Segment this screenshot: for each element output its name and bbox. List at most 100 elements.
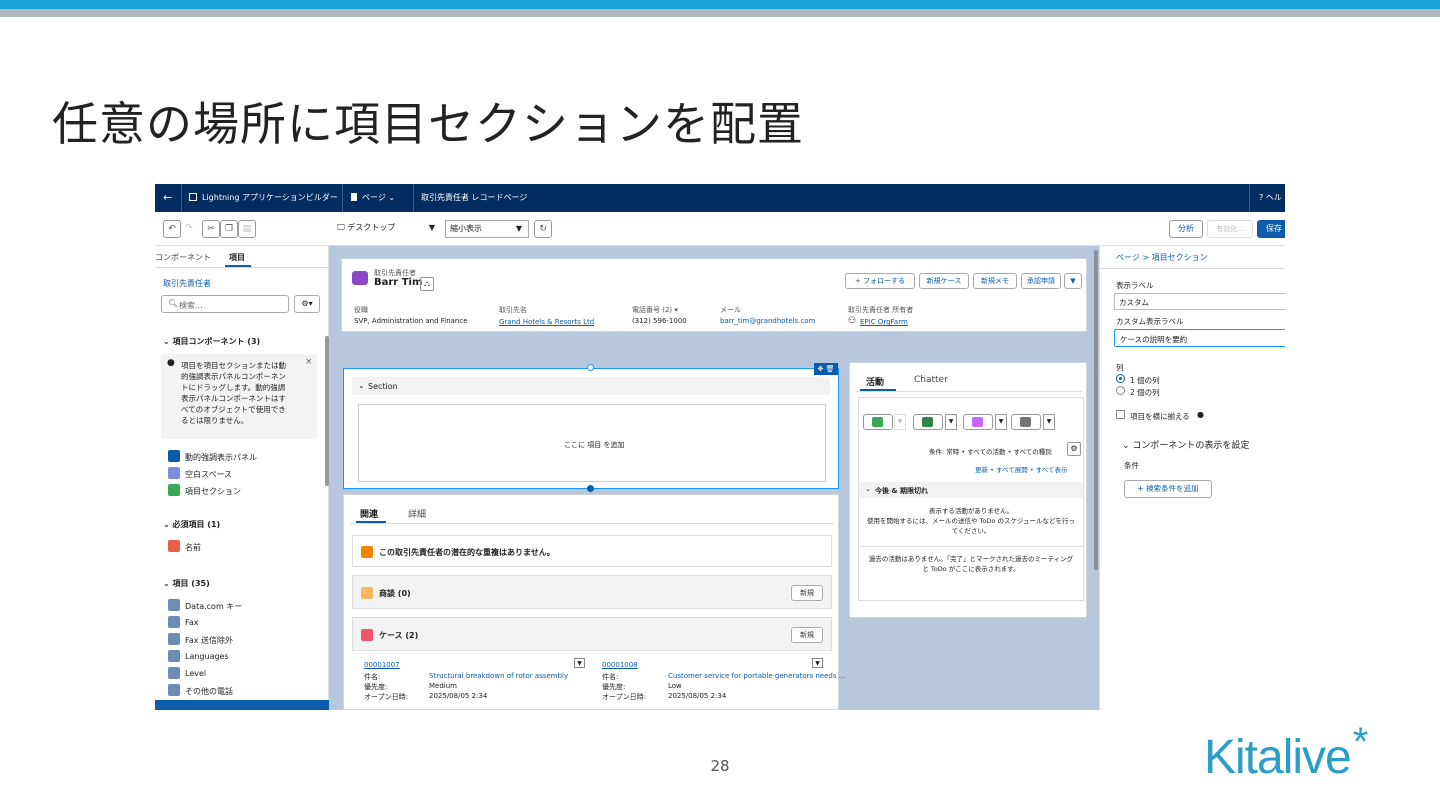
chevron-down-icon[interactable]: ▼ (945, 414, 957, 430)
field-item[interactable]: Data.com キー (185, 601, 242, 612)
custom-label-input[interactable]: ケースの説明を要約 (1114, 329, 1285, 347)
tab-components[interactable]: コンポーネント (155, 252, 211, 263)
close-icon[interactable]: × (305, 357, 313, 367)
drop-handle-top[interactable] (587, 364, 594, 371)
breadcrumb[interactable]: ページ > 項目セクション (1116, 252, 1208, 263)
field-item[interactable]: Level (185, 669, 206, 678)
tab-activity[interactable]: 活動 (866, 375, 884, 388)
help-link[interactable]: ? ヘル (1259, 184, 1282, 212)
blank-space-icon (168, 467, 180, 479)
event-icon (972, 417, 983, 427)
record-highlights-panel[interactable]: 取引先責任者 Barr Tim ⛬ + フォローする 新規ケース 新規メモ 承認… (341, 258, 1087, 332)
new-case-related-button[interactable]: 新規 (791, 627, 823, 643)
info-icon: ● (1197, 410, 1204, 419)
view-select[interactable]: 縮小表示 ▼ (445, 220, 529, 238)
back-arrow-icon[interactable]: ← (163, 184, 172, 212)
section-field-components[interactable]: ⌄ 項目コンポーネント (3) (163, 336, 260, 347)
component-field-section[interactable]: 項目セクション (185, 486, 241, 497)
undo-icon[interactable]: ↶ (163, 220, 181, 238)
radio-two-columns[interactable] (1116, 386, 1125, 395)
filter-gear-icon[interactable]: ⚙ (1067, 442, 1081, 456)
new-note-button[interactable]: 新規メモ (973, 273, 1017, 289)
field-section-component[interactable]: ✥ 🗑︎ ⌄ Section ここに 項目 を追加 (343, 363, 839, 489)
fax-field-icon (168, 616, 180, 628)
field-item[interactable]: Fax 送信除外 (185, 635, 233, 646)
device-select[interactable]: 🖵 デスクトップ ▼ (333, 220, 441, 238)
slide-title: 任意の場所に項目セクションを配置 (52, 97, 804, 151)
case-link[interactable]: 00001007 (364, 661, 400, 669)
component-blank-space[interactable]: 空白スペース (185, 469, 232, 480)
tab-chatter[interactable]: Chatter (914, 375, 948, 385)
new-task-button[interactable] (913, 414, 943, 430)
new-case-button[interactable]: 新規ケース (919, 273, 969, 289)
search-icon: 🔍︎ (168, 299, 179, 308)
field-name[interactable]: 名前 (185, 542, 201, 553)
follow-button[interactable]: + フォローする (845, 273, 915, 289)
app-builder-screenshot: ← Lightning アプリケーションビルダー ページ ⌄ 取引先責任者 レコ… (155, 184, 1285, 710)
hierarchy-icon[interactable]: ⛬ (420, 277, 434, 291)
field-title-value: SVP, Administration and Finance (354, 317, 468, 325)
page-icon (351, 193, 357, 201)
checkbox-field-icon (168, 633, 180, 645)
canvas-scrollbar[interactable] (1094, 250, 1098, 570)
slide: 任意の場所に項目セクションを配置 ← Lightning アプリケーションビルダ… (0, 0, 1440, 810)
duplicate-card: この取引先責任者の潜在的な重複はありません。 (352, 535, 832, 567)
page-number: 28 (710, 757, 730, 775)
copy-icon[interactable]: ❐ (220, 220, 238, 238)
chevron-down-icon[interactable]: ▼ (1043, 414, 1055, 430)
chevron-down-icon[interactable]: ▼ (995, 414, 1007, 430)
log-call-button[interactable] (863, 414, 893, 430)
add-filter-button[interactable]: + 検索条件を追加 (1124, 480, 1212, 498)
move-delete-icon[interactable]: ✥ 🗑︎ (814, 363, 838, 375)
chevron-down-icon: ⌄ (358, 381, 365, 390)
section-drop-zone[interactable]: ここに 項目 を追加 (358, 404, 826, 482)
send-email-button[interactable] (1011, 414, 1041, 430)
save-button[interactable]: 保存 (1257, 220, 1285, 238)
gear-icon[interactable]: ⚙▾ (294, 295, 320, 313)
redo-icon[interactable]: ↷ (181, 220, 197, 238)
upcoming-header[interactable]: ⌄ 今後 & 期限切れ (859, 482, 1083, 498)
radio-one-column[interactable] (1116, 374, 1125, 383)
section-title: Section (368, 382, 398, 391)
field-item[interactable]: Languages (185, 652, 229, 661)
tab-fields[interactable]: 項目 (229, 252, 245, 263)
email-icon (1020, 417, 1031, 427)
contact-icon (352, 271, 368, 285)
row-action-icon[interactable]: ▼ (574, 658, 585, 668)
page-menu[interactable]: ページ ⌄ (351, 184, 395, 212)
left-bottom-bar (155, 700, 329, 710)
email-link[interactable]: barr_tim@grandhotels.com (720, 317, 815, 325)
field-item[interactable]: Fax (185, 618, 199, 627)
analyze-button[interactable]: 分析 (1169, 220, 1203, 238)
section-fields[interactable]: ⌄ 項目 (35) (163, 578, 210, 589)
paste-icon[interactable]: ▤ (238, 220, 256, 238)
builder-app-icon (189, 193, 197, 201)
submit-approval-button[interactable]: 承認申請 (1021, 273, 1061, 289)
row-action-icon[interactable]: ▼ (812, 658, 823, 668)
builder-header: ← Lightning アプリケーションビルダー ページ ⌄ 取引先責任者 レコ… (155, 184, 1285, 212)
case-link[interactable]: 00001008 (602, 661, 638, 669)
search-input[interactable]: 🔍︎ 検索... (161, 295, 289, 313)
tab-related[interactable]: 関連 (360, 507, 378, 520)
cut-icon[interactable]: ✂ (202, 220, 220, 238)
field-item[interactable]: その他の電話 (185, 686, 233, 697)
refresh-icon[interactable]: ↻ (534, 220, 552, 238)
visibility-section[interactable]: ⌄ コンポーネントの表示を設定 (1122, 438, 1249, 451)
page-canvas: 取引先責任者 Barr Tim ⛬ + フォローする 新規ケース 新規メモ 承認… (329, 246, 1099, 710)
kitalive-logo: Kitalive* (1204, 720, 1368, 784)
new-opportunity-button[interactable]: 新規 (791, 585, 823, 601)
new-event-button[interactable] (963, 414, 993, 430)
align-fields-checkbox[interactable] (1116, 410, 1125, 419)
section-header[interactable]: ⌄ Section (352, 377, 830, 395)
drop-handle-bottom[interactable] (587, 485, 594, 492)
component-dynamic-highlights[interactable]: 動的強調表示パネル (185, 452, 257, 463)
activate-button[interactable]: 有効化... (1207, 220, 1253, 238)
chevron-down-icon[interactable]: ▼ (894, 414, 906, 430)
owner-link[interactable]: EPIC OrgFarm (860, 318, 908, 326)
tab-details[interactable]: 詳細 (408, 507, 426, 520)
more-actions-button[interactable]: ▼ (1064, 273, 1082, 289)
account-link[interactable]: Grand Hotels & Resorts Ltd (499, 318, 594, 326)
section-required[interactable]: ⌄ 必須項目 (1) (163, 519, 220, 530)
activity-links[interactable]: 更新 • すべて展開 • すべて表示 (975, 464, 1068, 474)
display-label-select[interactable]: カスタム (1114, 293, 1285, 310)
